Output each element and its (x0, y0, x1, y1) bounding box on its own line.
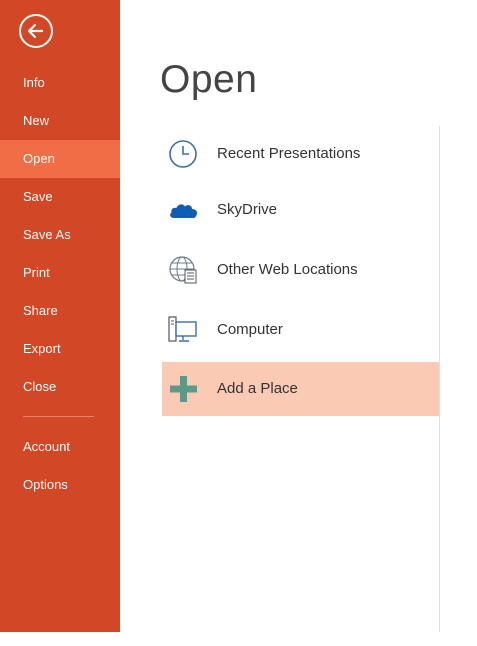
sidebar-item-share[interactable]: Share (0, 292, 120, 330)
place-other-web-locations[interactable]: Other Web Locations (162, 243, 439, 297)
place-skydrive[interactable]: SkyDrive (162, 183, 439, 237)
sidebar-item-print[interactable]: Print (0, 254, 120, 292)
sidebar-divider (23, 416, 94, 417)
place-label: Computer (217, 321, 283, 338)
sidebar-item-open[interactable]: Open (0, 140, 120, 178)
plus-icon (167, 373, 199, 405)
sidebar-item-save-as[interactable]: Save As (0, 216, 120, 254)
place-label: Add a Place (217, 380, 298, 397)
cloud-icon (167, 194, 199, 226)
page-title: Open (160, 58, 258, 101)
place-label: Recent Presentations (217, 145, 361, 162)
place-recent-presentations[interactable]: Recent Presentations (162, 127, 439, 181)
place-label: SkyDrive (217, 201, 278, 218)
sidebar-item-save[interactable]: Save (0, 178, 120, 216)
sidebar-item-options[interactable]: Options (0, 466, 120, 504)
clock-icon (167, 138, 199, 170)
place-computer[interactable]: Computer (162, 303, 439, 357)
backstage-sidebar: Info New Open Save Save As Print Share E… (0, 0, 120, 632)
place-label: Other Web Locations (217, 261, 358, 278)
sidebar-item-close[interactable]: Close (0, 368, 120, 406)
sidebar-item-info[interactable]: Info (0, 64, 120, 102)
sidebar-item-export[interactable]: Export (0, 330, 120, 368)
column-divider (439, 126, 440, 632)
sidebar-item-new[interactable]: New (0, 102, 120, 140)
bottom-strip (0, 632, 477, 646)
computer-icon (167, 314, 199, 346)
place-add-a-place[interactable]: Add a Place (162, 362, 439, 416)
globe-document-icon (167, 254, 199, 286)
back-arrow-icon[interactable] (19, 14, 53, 48)
sidebar-item-account[interactable]: Account (0, 428, 120, 466)
